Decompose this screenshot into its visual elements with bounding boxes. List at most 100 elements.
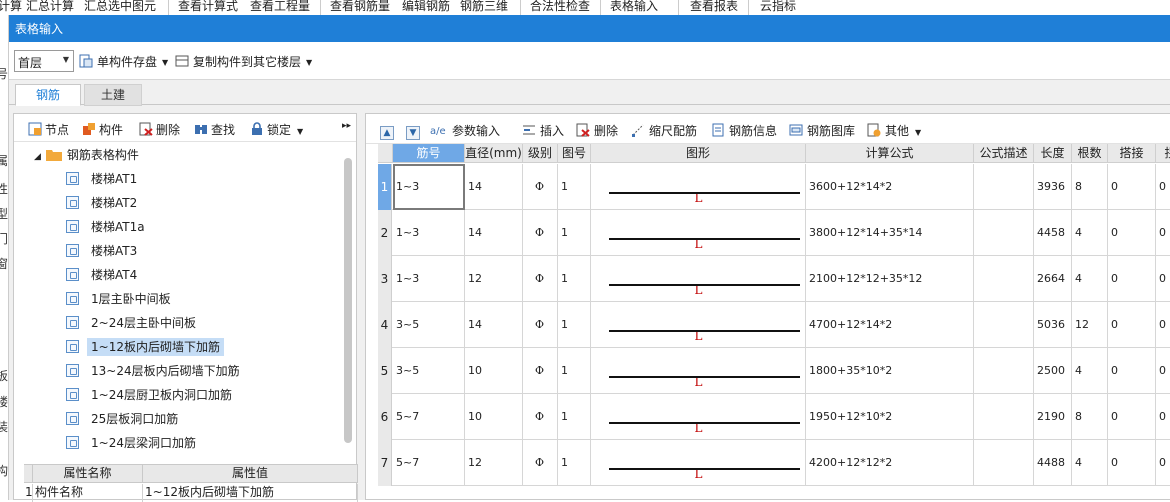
row-number[interactable]: 1 bbox=[378, 164, 392, 210]
table-row[interactable]: 3 1~3 12 Φ 1 L 2100+12*12+35*12 2664 4 0 0 bbox=[378, 256, 1170, 302]
menu-item[interactable]: 查看报表 bbox=[690, 0, 738, 14]
cell-diameter[interactable]: 12 bbox=[465, 440, 523, 486]
table-row[interactable]: 5 3~5 10 Φ 1 L 1800+35*10*2 2500 4 0 0 bbox=[378, 348, 1170, 394]
tree-root[interactable]: ◢ 钢筋表格构件 bbox=[34, 146, 139, 163]
cell-formula[interactable]: 4200+12*12*2 bbox=[806, 440, 974, 486]
cell-formula-desc[interactable] bbox=[974, 256, 1034, 302]
cell-grade[interactable]: Φ bbox=[523, 210, 558, 256]
menu-item[interactable]: 查看钢筋量 bbox=[330, 0, 390, 14]
cell-diameter[interactable]: 14 bbox=[465, 302, 523, 348]
delete-row-button[interactable]: 删除 bbox=[576, 122, 618, 139]
cell-grade[interactable]: Φ bbox=[523, 394, 558, 440]
row-number[interactable]: 3 bbox=[378, 256, 392, 302]
cell-bend[interactable]: 0 bbox=[1156, 164, 1170, 210]
cell-formula[interactable]: 1800+35*10*2 bbox=[806, 348, 974, 394]
cell-bar-no[interactable]: 1~3 bbox=[393, 210, 465, 256]
cell-formula-desc[interactable] bbox=[974, 394, 1034, 440]
cell-grade[interactable]: Φ bbox=[523, 348, 558, 394]
row-number[interactable]: 6 bbox=[378, 394, 392, 440]
cell-formula[interactable]: 1950+12*10*2 bbox=[806, 394, 974, 440]
cell-shape[interactable]: L bbox=[591, 256, 806, 302]
cell-count[interactable]: 4 bbox=[1072, 210, 1108, 256]
cell-lap[interactable]: 0 bbox=[1108, 164, 1156, 210]
delete-button[interactable]: 删除 bbox=[139, 121, 180, 138]
table-row[interactable]: 4 3~5 14 Φ 1 L 4700+12*14*2 5036 12 0 0 bbox=[378, 302, 1170, 348]
table-row[interactable]: 6 5~7 10 Φ 1 L 1950+12*10*2 2190 8 0 0 bbox=[378, 394, 1170, 440]
cell-formula-desc[interactable] bbox=[974, 210, 1034, 256]
col-header-formula[interactable]: 计算公式 bbox=[806, 144, 974, 163]
floor-select[interactable]: 首层 ▼ bbox=[14, 50, 74, 72]
table-row[interactable]: 2 1~3 14 Φ 1 L 3800+12*14+35*14 4458 4 0 0 bbox=[378, 210, 1170, 256]
tree-item[interactable]: 楼梯AT2 bbox=[66, 194, 141, 214]
cell-count[interactable]: 4 bbox=[1072, 256, 1108, 302]
cell-lap[interactable]: 0 bbox=[1108, 440, 1156, 486]
cell-lap[interactable]: 0 bbox=[1108, 348, 1156, 394]
cell-bend[interactable]: 0 bbox=[1156, 302, 1170, 348]
tree-item[interactable]: 25层板洞口加筋 bbox=[66, 410, 182, 430]
cell-fig-no[interactable]: 1 bbox=[558, 394, 591, 440]
tree-item[interactable]: 楼梯AT3 bbox=[66, 242, 141, 262]
cell-count[interactable]: 8 bbox=[1072, 394, 1108, 440]
cell-formula[interactable]: 4700+12*14*2 bbox=[806, 302, 974, 348]
tab-rebar[interactable]: 钢筋 bbox=[15, 84, 81, 106]
rebar-info-button[interactable]: 钢筋信息 bbox=[711, 122, 777, 139]
cell-shape[interactable]: L bbox=[591, 210, 806, 256]
tree-item[interactable]: 楼梯AT4 bbox=[66, 266, 141, 286]
cell-formula-desc[interactable] bbox=[974, 348, 1034, 394]
cell-lap[interactable]: 0 bbox=[1108, 394, 1156, 440]
node-button[interactable]: 节点 bbox=[28, 121, 69, 138]
row-number[interactable]: 7 bbox=[378, 440, 392, 486]
cell-length[interactable]: 5036 bbox=[1034, 302, 1072, 348]
cell-formula[interactable]: 3800+12*14+35*14 bbox=[806, 210, 974, 256]
lock-button[interactable]: 锁定 ▼ bbox=[250, 121, 303, 138]
cell-grade[interactable]: Φ bbox=[523, 256, 558, 302]
col-header-count[interactable]: 根数 bbox=[1072, 144, 1108, 163]
cell-lap[interactable]: 0 bbox=[1108, 210, 1156, 256]
cell-fig-no[interactable]: 1 bbox=[558, 348, 591, 394]
cell-diameter[interactable]: 10 bbox=[465, 348, 523, 394]
cell-length[interactable]: 3936 bbox=[1034, 164, 1072, 210]
menu-item[interactable]: 钢筋三维 bbox=[460, 0, 508, 14]
cell-bar-no[interactable]: 5~7 bbox=[393, 440, 465, 486]
menu-item[interactable]: 合法性检查 bbox=[530, 0, 590, 14]
cell-grade[interactable]: Φ bbox=[523, 302, 558, 348]
col-header-formula-desc[interactable]: 公式描述 bbox=[974, 144, 1034, 163]
cell-diameter[interactable]: 14 bbox=[465, 210, 523, 256]
cell-bend[interactable]: 0 bbox=[1156, 348, 1170, 394]
menu-item[interactable]: 汇总计算 bbox=[26, 0, 74, 14]
cell-shape[interactable]: L bbox=[591, 348, 806, 394]
cell-grade[interactable]: Φ bbox=[523, 440, 558, 486]
cell-bend[interactable]: 0 bbox=[1156, 210, 1170, 256]
tree-item[interactable]: 1~24层梁洞口加筋 bbox=[66, 434, 200, 454]
tree-item[interactable]: 2~24层主卧中间板 bbox=[66, 314, 200, 334]
tree-item[interactable]: 楼梯AT1 bbox=[66, 170, 141, 190]
move-down-button[interactable]: ▼ bbox=[406, 122, 420, 140]
cell-bar-no[interactable]: 3~5 bbox=[393, 348, 465, 394]
col-header-shape[interactable]: 图形 bbox=[591, 144, 806, 163]
tab-civil[interactable]: 土建 bbox=[84, 84, 142, 106]
menu-item[interactable]: 计算 bbox=[0, 0, 22, 14]
cell-bar-no[interactable]: 1~3 bbox=[393, 164, 465, 210]
menu-item[interactable]: 编辑钢筋 bbox=[402, 0, 450, 14]
cell-formula-desc[interactable] bbox=[974, 164, 1034, 210]
cell-fig-no[interactable]: 1 bbox=[558, 164, 591, 210]
col-header-fig-no[interactable]: 图号 bbox=[558, 144, 591, 163]
dialog-titlebar[interactable]: 表格输入 bbox=[9, 15, 1170, 42]
save-component-button[interactable]: 单构件存盘 ▼ bbox=[79, 53, 168, 71]
cell-formula-desc[interactable] bbox=[974, 440, 1034, 486]
col-header-diameter[interactable]: 直径(mm) bbox=[465, 144, 523, 163]
cell-bar-no[interactable]: 5~7 bbox=[393, 394, 465, 440]
tree-item[interactable]: 13~24层板内后砌墙下加筋 bbox=[66, 362, 244, 382]
cell-shape[interactable]: L bbox=[591, 164, 806, 210]
row-number[interactable]: 4 bbox=[378, 302, 392, 348]
other-button[interactable]: 其他 ▼ bbox=[867, 122, 921, 139]
cell-lap[interactable]: 0 bbox=[1108, 256, 1156, 302]
scale-rebar-button[interactable]: 缩尺配筋 bbox=[631, 122, 697, 139]
cell-length[interactable]: 4488 bbox=[1034, 440, 1072, 486]
component-button[interactable]: 构件 bbox=[82, 121, 123, 138]
cell-diameter[interactable]: 14 bbox=[465, 164, 523, 210]
tree-scrollbar[interactable] bbox=[344, 158, 352, 443]
cell-formula[interactable]: 3600+12*14*2 bbox=[806, 164, 974, 210]
menu-item[interactable]: 云指标 bbox=[760, 0, 796, 14]
cell-length[interactable]: 2500 bbox=[1034, 348, 1072, 394]
